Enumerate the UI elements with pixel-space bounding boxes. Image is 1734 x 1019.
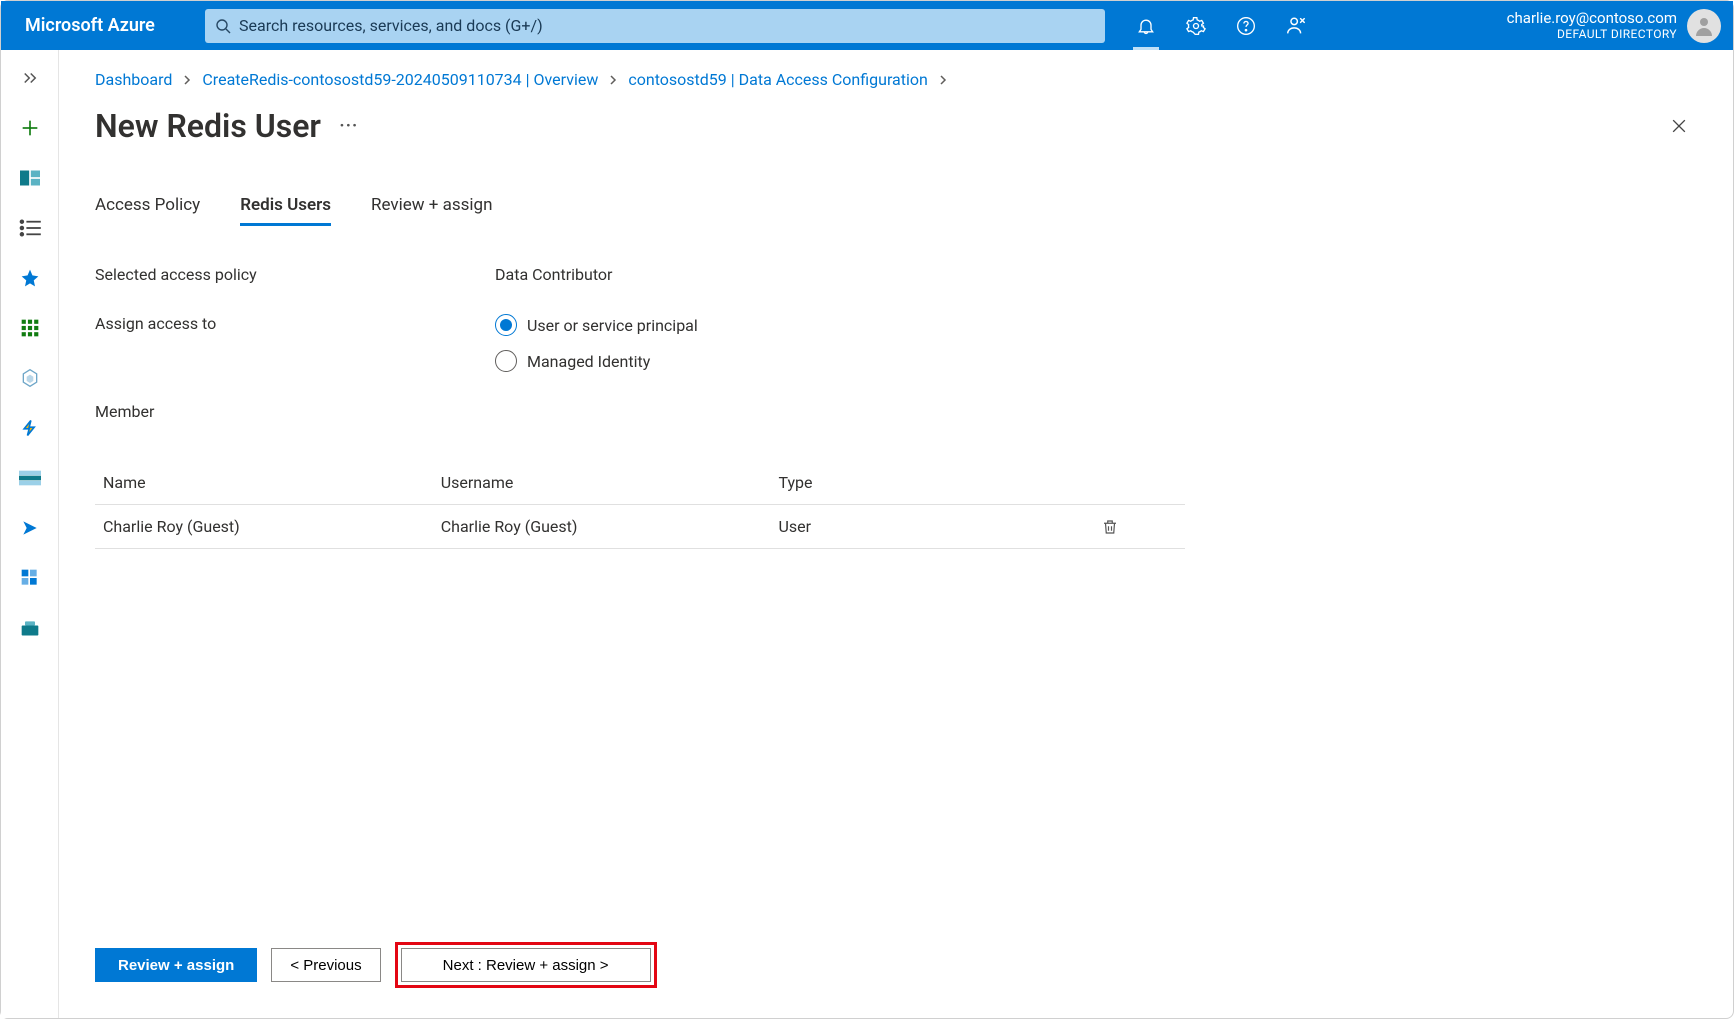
radio-user-or-service-principal[interactable]: User or service principal — [495, 314, 698, 336]
search-input[interactable]: Search resources, services, and docs (G+… — [205, 9, 1105, 43]
search-placeholder: Search resources, services, and docs (G+… — [239, 16, 543, 35]
chevron-right-icon — [608, 75, 618, 85]
radio-managed-identity[interactable]: Managed Identity — [495, 350, 698, 372]
selected-policy-value: Data Contributor — [495, 265, 612, 284]
left-nav-rail — [1, 50, 59, 1018]
assign-access-label: Assign access to — [95, 314, 495, 333]
topbar: Microsoft Azure Search resources, servic… — [1, 1, 1733, 50]
account-directory: DEFAULT DIRECTORY — [1507, 27, 1677, 41]
cosmos-icon[interactable] — [16, 514, 44, 542]
delete-row-button[interactable] — [1093, 505, 1185, 549]
assign-access-radios: User or service principal Managed Identi… — [495, 314, 698, 372]
tab-access-policy[interactable]: Access Policy — [95, 195, 200, 225]
brand-label[interactable]: Microsoft Azure — [1, 15, 201, 36]
tab-redis-users[interactable]: Redis Users — [240, 195, 331, 225]
search-wrap: Search resources, services, and docs (G+… — [201, 9, 1109, 43]
main-content: Dashboard CreateRedis-contosostd59-20240… — [59, 50, 1733, 1018]
breadcrumb: Dashboard CreateRedis-contosostd59-20240… — [95, 70, 1697, 89]
notifications-icon[interactable] — [1121, 1, 1171, 50]
dashboard-icon[interactable] — [16, 164, 44, 192]
cell-name: Charlie Roy (Guest) — [95, 505, 433, 549]
app-services-icon[interactable] — [16, 314, 44, 342]
footer-buttons: Review + assign < Previous Next : Review… — [95, 942, 657, 988]
search-icon — [215, 18, 231, 34]
radio-user-principal-label: User or service principal — [527, 316, 698, 335]
members-table: Name Username Type Charlie Roy (Guest) C… — [95, 461, 1185, 549]
favorites-icon[interactable] — [16, 264, 44, 292]
close-button[interactable] — [1661, 108, 1697, 144]
page-title: New Redis User — [95, 107, 321, 145]
kubernetes-icon[interactable] — [16, 564, 44, 592]
storage-icon[interactable] — [16, 614, 44, 642]
account-section[interactable]: charlie.roy@contoso.com DEFAULT DIRECTOR… — [1507, 9, 1733, 43]
col-actions — [1093, 461, 1185, 505]
account-email: charlie.roy@contoso.com — [1507, 9, 1677, 27]
more-actions-icon[interactable]: ··· — [339, 112, 358, 140]
breadcrumb-data-access[interactable]: contosostd59 | Data Access Configuration — [628, 70, 927, 89]
selected-policy-label: Selected access policy — [95, 265, 495, 284]
col-username: Username — [433, 461, 771, 505]
review-assign-button[interactable]: Review + assign — [95, 948, 257, 982]
table-row: Charlie Roy (Guest) Charlie Roy (Guest) … — [95, 505, 1185, 549]
feedback-icon[interactable] — [1271, 1, 1321, 50]
tabs: Access Policy Redis Users Review + assig… — [95, 195, 1697, 225]
tab-review-assign[interactable]: Review + assign — [371, 195, 492, 225]
radio-bullet-icon — [495, 350, 517, 372]
topbar-icons — [1121, 1, 1321, 50]
member-section-label: Member — [95, 402, 1697, 421]
avatar[interactable] — [1687, 9, 1721, 43]
chevron-right-icon — [938, 75, 948, 85]
expand-nav-icon[interactable] — [16, 64, 44, 92]
table-header-row: Name Username Type — [95, 461, 1185, 505]
title-bar: New Redis User ··· — [95, 107, 1697, 145]
row-assign-access: Assign access to User or service princip… — [95, 314, 1697, 372]
account-text: charlie.roy@contoso.com DEFAULT DIRECTOR… — [1507, 9, 1677, 41]
all-services-icon[interactable] — [16, 214, 44, 242]
breadcrumb-dashboard[interactable]: Dashboard — [95, 70, 172, 89]
radio-bullet-icon — [495, 314, 517, 336]
col-type: Type — [770, 461, 1092, 505]
row-selected-policy: Selected access policy Data Contributor — [95, 265, 1697, 284]
next-button-highlight: Next : Review + assign > — [395, 942, 657, 988]
functions-icon[interactable] — [16, 414, 44, 442]
cell-username: Charlie Roy (Guest) — [433, 505, 771, 549]
breadcrumb-deployment[interactable]: CreateRedis-contosostd59-20240509110734 … — [202, 70, 598, 89]
help-icon[interactable] — [1221, 1, 1271, 50]
service-icon-hex[interactable] — [16, 364, 44, 392]
form: Selected access policy Data Contributor … — [95, 265, 1697, 549]
previous-button[interactable]: < Previous — [271, 948, 380, 982]
cell-type: User — [770, 505, 1092, 549]
col-name: Name — [95, 461, 433, 505]
create-resource-icon[interactable] — [16, 114, 44, 142]
settings-icon[interactable] — [1171, 1, 1221, 50]
sql-icon[interactable] — [16, 464, 44, 492]
radio-managed-identity-label: Managed Identity — [527, 352, 650, 371]
chevron-right-icon — [182, 75, 192, 85]
next-review-assign-button[interactable]: Next : Review + assign > — [401, 948, 651, 982]
